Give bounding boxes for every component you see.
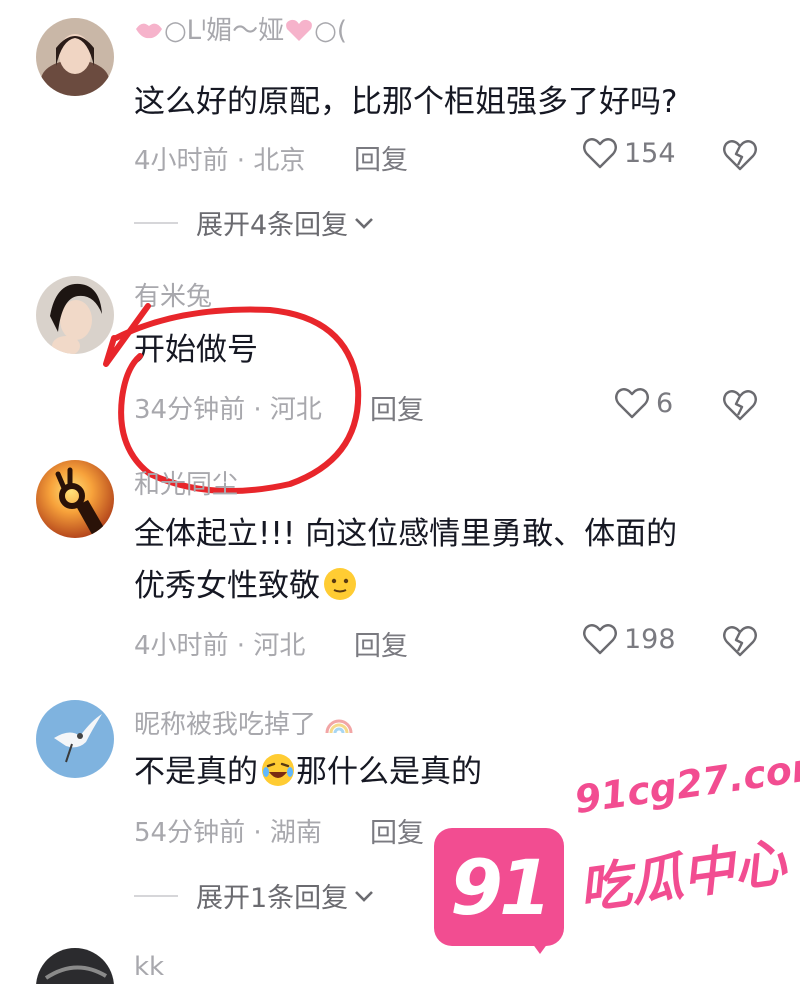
divider-line: [134, 894, 178, 897]
like-count: 6: [656, 387, 674, 419]
divider-line: [134, 221, 178, 224]
comment-text: 不是真的 那什么是真的: [134, 754, 482, 790]
reply-button[interactable]: 回复: [354, 138, 408, 177]
watermark-url: 91cg27.com: [571, 742, 800, 822]
comment-meta: 54分钟前 · 湖南: [134, 818, 322, 848]
broken-heart-icon[interactable]: [722, 138, 758, 172]
watermark-badge-tail: [524, 932, 556, 954]
comment-meta: 34分钟前 · 河北: [134, 395, 322, 425]
comment-text: 这么好的原配，比那个柜姐强多了好吗?: [134, 84, 678, 120]
avatar[interactable]: [36, 18, 114, 96]
expand-replies-label: 展开4条回复: [196, 210, 349, 241]
rainbow-emoji-icon: [325, 719, 353, 734]
comment-text-line-2: 优秀女性致敬: [134, 562, 358, 610]
reply-button[interactable]: 回复: [354, 624, 408, 663]
like-count: 198: [624, 623, 676, 655]
reply-button[interactable]: 回复: [370, 811, 424, 850]
chevron-down-icon: [355, 890, 374, 902]
watermark-logo: 91 91cg27.com 吃瓜中心: [434, 742, 800, 962]
avatar[interactable]: [36, 276, 114, 354]
laughing-emoji-icon: [262, 754, 294, 786]
lips-icon: [136, 23, 162, 39]
smile-emoji-icon: [324, 568, 356, 600]
heart-outline-icon: [615, 388, 649, 419]
heart-outline-icon: [583, 138, 617, 169]
watermark-badge: 91: [434, 828, 564, 946]
chevron-down-icon: [355, 217, 374, 229]
heart-outline-icon: [583, 624, 617, 655]
username[interactable]: 和光同尘: [134, 464, 238, 501]
comment-text: 开始做号: [134, 332, 258, 368]
reply-button[interactable]: 回复: [370, 388, 424, 427]
avatar[interactable]: [36, 948, 114, 984]
broken-heart-icon[interactable]: [722, 624, 758, 658]
like-button[interactable]: 6: [614, 386, 673, 420]
heart-emoji-icon: [286, 19, 313, 41]
watermark-name: 吃瓜中心: [575, 832, 790, 922]
username[interactable]: 昵称被我吃掉了: [134, 704, 354, 741]
comment-text-line-1: 全体起立!!! 向这位感情里勇敢、体面的: [134, 516, 678, 552]
like-button[interactable]: 154: [582, 136, 676, 170]
like-button[interactable]: 198: [582, 622, 676, 656]
username[interactable]: 有米兔: [134, 276, 212, 313]
username[interactable]: kk: [134, 952, 164, 982]
comment-meta: 4小时前 · 北京: [134, 146, 306, 176]
like-count: 154: [624, 137, 676, 169]
username[interactable]: ○ᒪᑊ媚～娅 ○(: [134, 10, 347, 47]
broken-heart-icon[interactable]: [722, 388, 758, 422]
expand-replies-label: 展开1条回复: [196, 883, 349, 914]
avatar[interactable]: [36, 460, 114, 538]
comment-meta: 4小时前 · 河北: [134, 631, 306, 661]
avatar[interactable]: [36, 700, 114, 778]
expand-replies-button[interactable]: 展开4条回复: [134, 203, 374, 242]
expand-replies-button[interactable]: 展开1条回复: [134, 876, 374, 915]
